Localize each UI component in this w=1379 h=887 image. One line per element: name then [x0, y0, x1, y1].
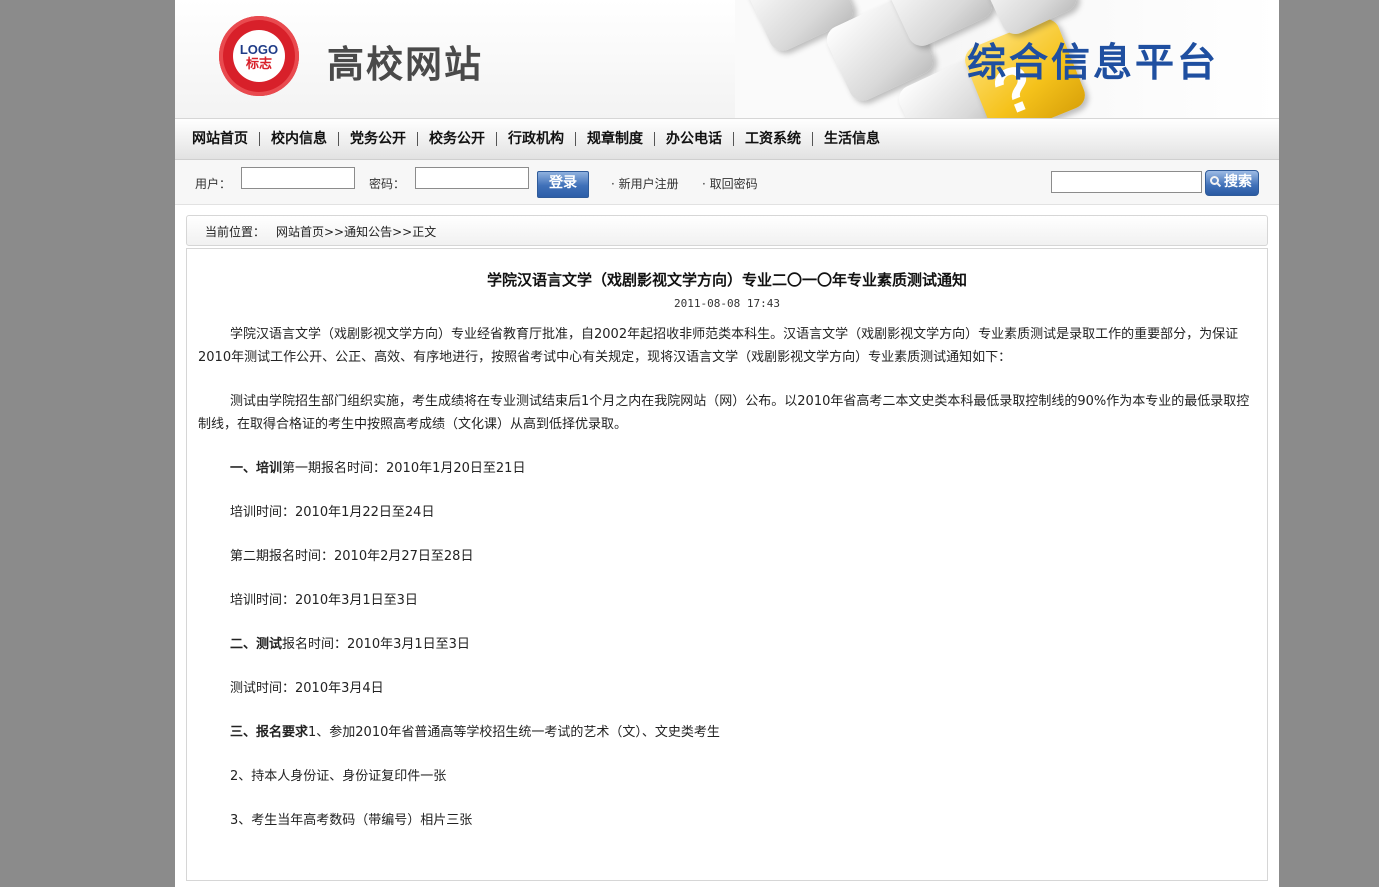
nav-item-campus-info[interactable]: 校内信息	[260, 129, 338, 149]
nav-item-administration[interactable]: 行政机构	[497, 129, 575, 149]
article-date: 2011-08-08 17:43	[674, 297, 780, 310]
logo-inner-circle: LOGO 标志	[233, 30, 285, 82]
search-icon-handle	[1216, 182, 1222, 188]
username-input[interactable]	[241, 167, 355, 189]
nav-list: 网站首页 校内信息 党务公开 校务公开 行政机构 规章制度 办公电话 工资系统 …	[181, 129, 891, 149]
logo-subtext: 标志	[245, 57, 272, 72]
section-text: 第一期报名时间：2010年1月20日至21日	[282, 461, 526, 476]
register-link[interactable]: · 新用户注册	[611, 175, 679, 192]
section-requirements: 三、报名要求1、参加2010年省普通高等学校招生统一考试的艺术（文）、文史类考生	[198, 721, 1256, 744]
password-label: 密码：	[369, 177, 406, 191]
search-input[interactable]	[1051, 171, 1202, 193]
section-test: 二、测试报名时间：2010年3月1日至3日	[198, 633, 1256, 656]
section-heading: 二、测试	[230, 637, 283, 652]
retrieve-password-link[interactable]: · 取回密码	[702, 175, 758, 192]
username-label: 用户：	[195, 177, 232, 191]
nav-item-regulations[interactable]: 规章制度	[576, 129, 654, 149]
article-line: 培训时间：2010年3月1日至3日	[230, 593, 418, 608]
main-nav: 网站首页 校内信息 党务公开 校务公开 行政机构 规章制度 办公电话 工资系统 …	[175, 119, 1279, 160]
search-button[interactable]: 搜索	[1205, 170, 1259, 196]
section-text: 1、参加2010年省普通高等学校招生统一考试的艺术（文）、文史类考生	[308, 725, 720, 740]
site-title: 高校网站	[327, 43, 483, 86]
search-button-label: 搜索	[1224, 174, 1252, 190]
article-paragraph: 测试由学院招生部门组织实施，考生成绩将在专业测试结束后1个月之内在我院网站（网）…	[198, 394, 1250, 432]
section-text: 报名时间：2010年3月1日至3日	[282, 637, 470, 652]
nav-item-school-affairs[interactable]: 校务公开	[418, 129, 496, 149]
login-bar: 用户： 密码： 登录 · 新用户注册 · 取回密码 搜索	[175, 160, 1279, 205]
article-line: 测试时间：2010年3月4日	[230, 681, 384, 696]
article-title: 学院汉语言文学（戏剧影视文学方向）专业二〇一〇年专业素质测试通知	[486, 271, 967, 289]
section-training: 一、培训第一期报名时间：2010年1月20日至21日	[198, 457, 1256, 480]
section-heading: 一、培训	[230, 461, 283, 476]
nav-item-party-affairs[interactable]: 党务公开	[339, 129, 417, 149]
login-button[interactable]: 登录	[537, 171, 589, 198]
article-line: 3、考生当年高考数码（带编号）相片三张	[230, 813, 473, 828]
logo-text: LOGO	[239, 42, 279, 57]
password-input[interactable]	[415, 167, 529, 189]
nav-item-home[interactable]: 网站首页	[181, 129, 259, 149]
article-paragraph: 学院汉语言文学（戏剧影视文学方向）专业经省教育厅批准，自2002年起招收非师范类…	[198, 327, 1239, 365]
breadcrumb: 当前位置： 网站首页>>通知公告>>正文	[186, 215, 1268, 246]
article-line: 第二期报名时间：2010年2月27日至28日	[230, 549, 474, 564]
article-line: 培训时间：2010年1月22日至24日	[230, 505, 435, 520]
logo-emblem[interactable]: LOGO 标志	[219, 16, 299, 96]
page-container: LOGO 标志 高校网站 ? 综合信息平台 网站首页 校内信息 党务公开 校务公…	[175, 0, 1279, 887]
nav-item-salary-system[interactable]: 工资系统	[734, 129, 812, 149]
section-heading: 三、报名要求	[230, 725, 309, 740]
article-panel: 学院汉语言文学（戏剧影视文学方向）专业二〇一〇年专业素质测试通知 2011-08…	[186, 248, 1268, 881]
breadcrumb-path[interactable]: 网站首页>>通知公告>>正文	[276, 223, 436, 240]
nav-item-office-phone[interactable]: 办公电话	[655, 129, 733, 149]
article-line: 2、持本人身份证、身份证复印件一张	[230, 769, 447, 784]
header-banner: LOGO 标志 高校网站 ? 综合信息平台	[175, 0, 1279, 119]
nav-item-life-info[interactable]: 生活信息	[813, 129, 891, 149]
article-body: 学院汉语言文学（戏剧影视文学方向）专业经省教育厅批准，自2002年起招收非师范类…	[198, 323, 1256, 832]
platform-title: 综合信息平台	[967, 40, 1220, 86]
breadcrumb-label: 当前位置：	[205, 225, 266, 239]
